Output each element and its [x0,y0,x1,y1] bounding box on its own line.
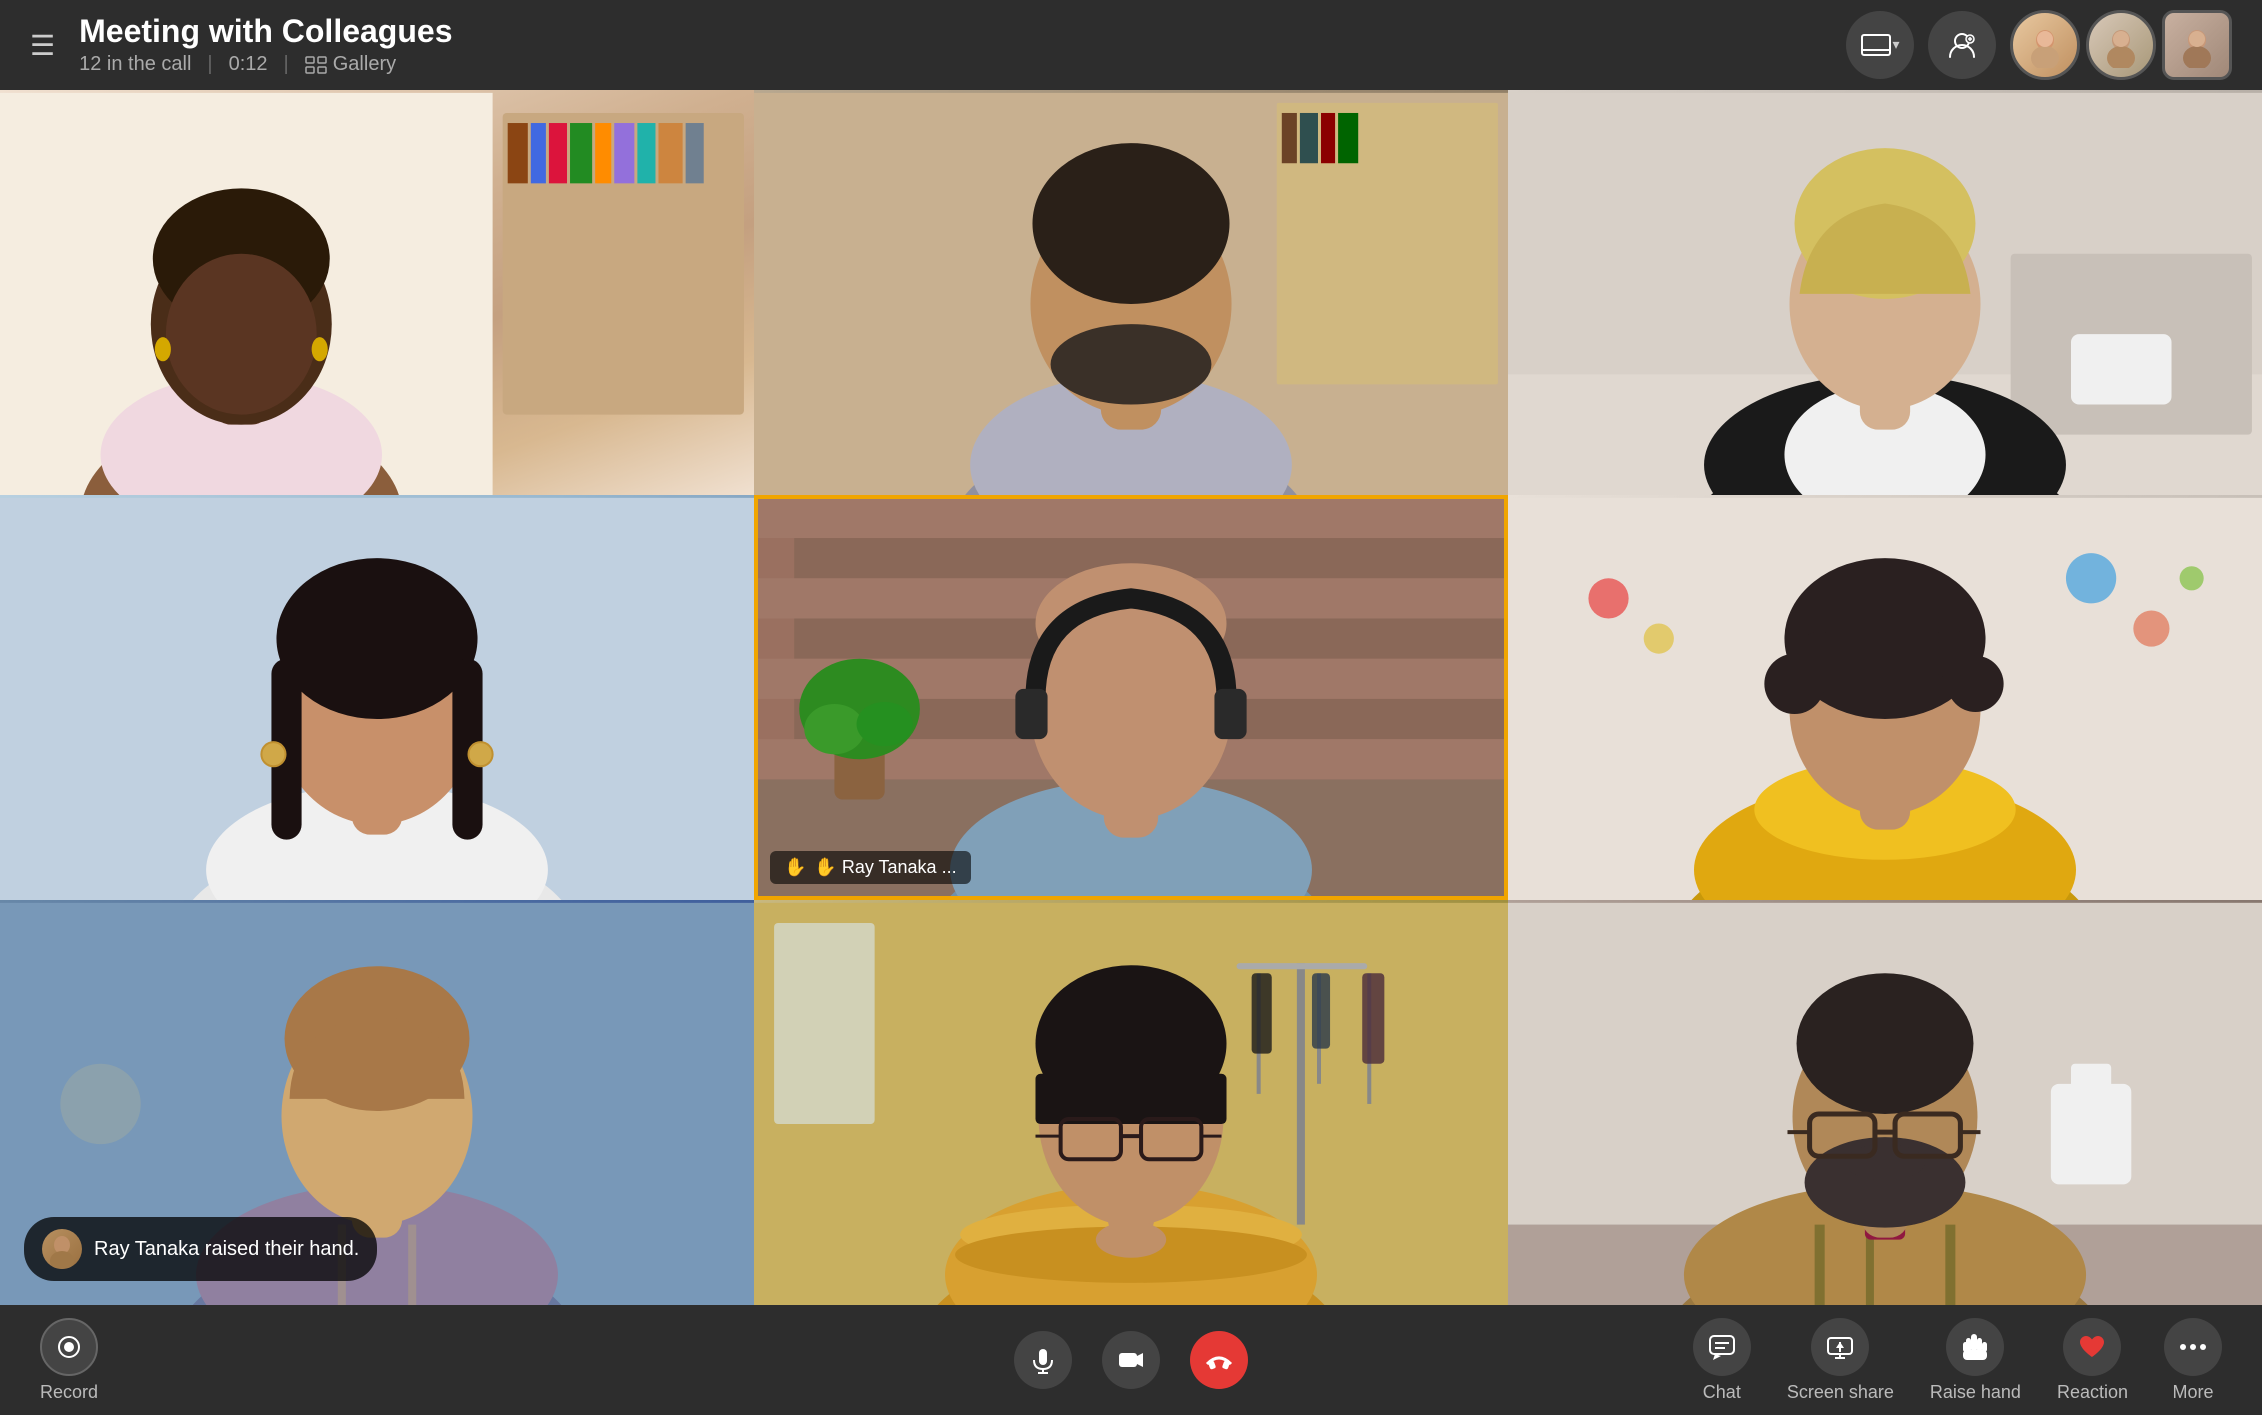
participants-count: 12 in the call [79,53,191,76]
toast-avatar [42,1229,82,1269]
chat-label: Chat [1703,1382,1741,1403]
reaction-heart-icon [2077,1333,2107,1361]
toolbar-center [1014,1331,1248,1389]
person-1-video [0,90,754,495]
toolbar-right: Chat Screen share [1693,1318,2222,1403]
more-label: More [2172,1382,2213,1403]
chat-icon [1707,1332,1737,1362]
reaction-button[interactable]: Reaction [2057,1318,2128,1403]
hangup-icon-circle [1190,1331,1248,1389]
video-cell-3[interactable] [1508,90,2262,495]
view-mode[interactable]: Gallery [305,53,396,76]
video-grid: ✋ ✋ Ray Tanaka ... [0,90,2262,1305]
record-label: Record [40,1382,98,1403]
person-5-video [754,495,1508,900]
screen-icon [1860,33,1892,57]
toast-avatar-image [42,1229,82,1269]
participants-icon [1946,29,1978,61]
video-cell-6[interactable] [1508,495,2262,900]
participants-button[interactable] [1928,11,1996,79]
hangup-icon [1203,1344,1235,1376]
participant-thumb-3[interactable] [2162,10,2232,80]
raise-hand-icon-circle [1946,1318,2004,1376]
raise-hand-label: Raise hand [1930,1382,2021,1403]
chat-icon-circle [1693,1318,1751,1376]
person-2-video [754,90,1508,495]
camera-icon [1116,1345,1146,1375]
record-icon [55,1333,83,1361]
screen-share-icon-circle [1811,1318,1869,1376]
camera-icon-circle [1102,1331,1160,1389]
person-thumb-1-svg [2022,22,2068,68]
hangup-button[interactable] [1190,1331,1248,1389]
call-duration: 0:12 [229,53,268,76]
more-icon [2178,1342,2208,1352]
video-cell-9[interactable] [1508,900,2262,1305]
video-cell-5[interactable]: ✋ ✋ Ray Tanaka ... [754,495,1508,900]
person-8-video [754,900,1508,1305]
raise-hand-icon [1961,1332,1989,1362]
person-4-video [0,495,754,900]
screen-share-icon [1825,1332,1855,1362]
mic-button[interactable] [1014,1331,1072,1389]
person-6-video [1508,495,2262,900]
video-cell-1[interactable] [0,90,754,495]
active-speaker-name: ✋ Ray Tanaka ... [814,857,956,878]
mic-icon [1028,1345,1058,1375]
meeting-meta: 12 in the call | 0:12 | Gallery [79,53,1846,76]
screen-share-button[interactable]: Screen share [1787,1318,1894,1403]
camera-button[interactable] [1102,1331,1160,1389]
reaction-icon-circle [2063,1318,2121,1376]
more-icon-circle [2164,1318,2222,1376]
record-button[interactable]: Record [40,1318,98,1403]
person-3-video [1508,90,2262,495]
participant-thumb-2[interactable] [2086,10,2156,80]
header-right: ▾ [1846,10,2232,80]
hamburger-menu-button[interactable]: ☰ [30,29,55,62]
active-speaker-name-tag: ✋ ✋ Ray Tanaka ... [770,851,971,884]
person-9-video [1508,900,2262,1305]
video-cell-8[interactable] [754,900,1508,1305]
meeting-title: Meeting with Colleagues [79,14,1846,49]
person-thumb-3-svg [2174,22,2220,68]
separator-2: | [284,53,289,76]
raised-hand-icon: ✋ [784,857,806,878]
reaction-label: Reaction [2057,1382,2128,1403]
raised-hand-toast: Ray Tanaka raised their hand. [24,1217,377,1281]
chat-button[interactable]: Chat [1693,1318,1751,1403]
toast-text: Ray Tanaka raised their hand. [94,1238,359,1261]
raise-hand-button[interactable]: Raise hand [1930,1318,2021,1403]
participant-thumb-1[interactable] [2010,10,2080,80]
screen-share-label: Screen share [1787,1382,1894,1403]
video-cell-2[interactable] [754,90,1508,495]
video-cell-4[interactable] [0,495,754,900]
chevron-down-icon: ▾ [1892,36,1899,53]
separator-1: | [207,53,212,76]
participant-thumbnails [2010,10,2232,80]
gallery-icon [305,56,327,74]
mic-icon-circle [1014,1331,1072,1389]
screen-layout-button[interactable]: ▾ [1846,11,1914,79]
toolbar-left: Record [40,1318,240,1403]
header: ☰ Meeting with Colleagues 12 in the call… [0,0,2262,90]
more-button[interactable]: More [2164,1318,2222,1403]
record-icon-circle [40,1318,98,1376]
meeting-info: Meeting with Colleagues 12 in the call |… [79,14,1846,76]
person-thumb-2-svg [2098,22,2144,68]
toolbar: Record [0,1305,2262,1415]
video-cell-7[interactable]: Ray Tanaka raised their hand. [0,900,754,1305]
